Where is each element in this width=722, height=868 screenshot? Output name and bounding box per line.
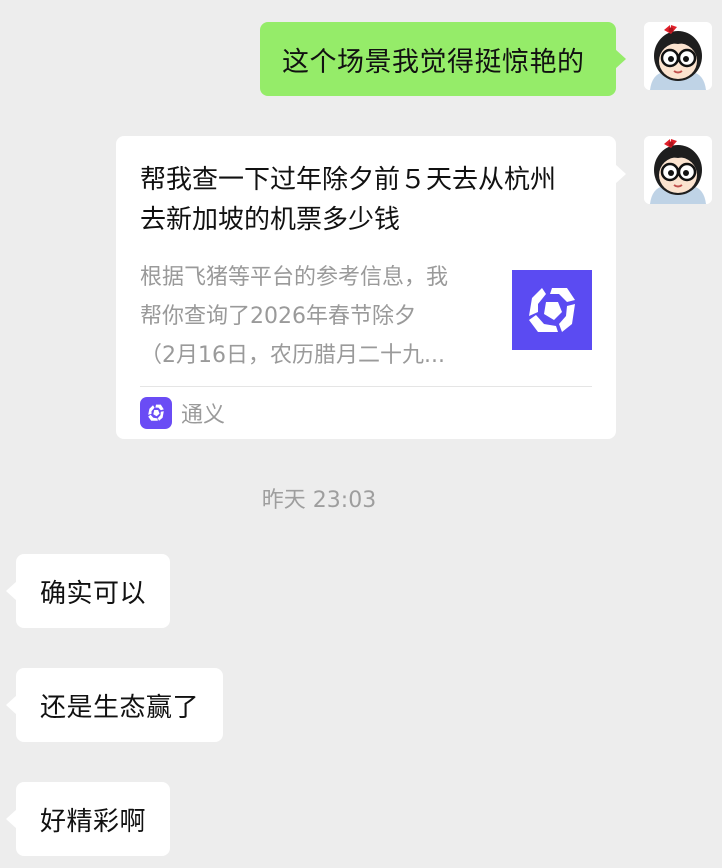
card-description-line: （2月16日，农历腊月二十九... bbox=[140, 343, 445, 368]
incoming-message-bubble[interactable]: 确实可以 bbox=[5, 554, 171, 628]
card-source: 通义 bbox=[140, 397, 225, 429]
card-description-line: 根据飞猪等平台的参考信息，我 bbox=[140, 265, 449, 290]
shared-link-card[interactable]: 帮我查一下过年除夕前５天去从杭州 去新加坡的机票多少钱 根据飞猪等平台的参考信息… bbox=[116, 136, 626, 439]
incoming-message-text: 确实可以 bbox=[40, 578, 147, 609]
card-description-line: 帮你查询了2026年春节除夕 bbox=[140, 304, 416, 329]
incoming-message-bubble[interactable]: 好精彩啊 bbox=[5, 782, 171, 856]
outgoing-message-text: 这个场景我觉得挺惊艳的 bbox=[282, 46, 585, 78]
incoming-message-bubble[interactable]: 还是生态赢了 bbox=[5, 668, 224, 742]
card-source-name: 通义 bbox=[181, 403, 226, 428]
card-title: 帮我查一下过年除夕前５天去从杭州 去新加坡的机票多少钱 bbox=[140, 160, 600, 240]
card-description: 根据飞猪等平台的参考信息，我 帮你查询了2026年春节除夕 （2月16日，农历腊… bbox=[140, 258, 486, 375]
card-divider bbox=[140, 386, 592, 387]
user-avatar[interactable] bbox=[644, 136, 712, 204]
incoming-message-text: 还是生态赢了 bbox=[40, 692, 200, 723]
outgoing-message-bubble[interactable]: 这个场景我觉得挺惊艳的 bbox=[260, 22, 626, 96]
card-title-line: 去新加坡的机票多少钱 bbox=[140, 205, 401, 235]
chat-window: 这个场景我觉得挺惊艳的 帮我查一下过年除夕前５天去从杭州 去新加坡的机票多少钱 … bbox=[0, 0, 722, 868]
user-avatar[interactable] bbox=[644, 22, 712, 90]
qwen-logo-icon bbox=[140, 397, 172, 429]
message-timestamp: 昨天 23:03 bbox=[261, 488, 377, 513]
avatar-cartoon-girl-icon bbox=[644, 136, 712, 204]
card-title-line: 帮我查一下过年除夕前５天去从杭州 bbox=[140, 165, 557, 195]
incoming-message-text: 好精彩啊 bbox=[40, 806, 147, 837]
avatar-cartoon-girl-icon bbox=[644, 22, 712, 90]
card-thumbnail bbox=[512, 270, 592, 350]
qwen-logo-icon bbox=[529, 288, 575, 332]
